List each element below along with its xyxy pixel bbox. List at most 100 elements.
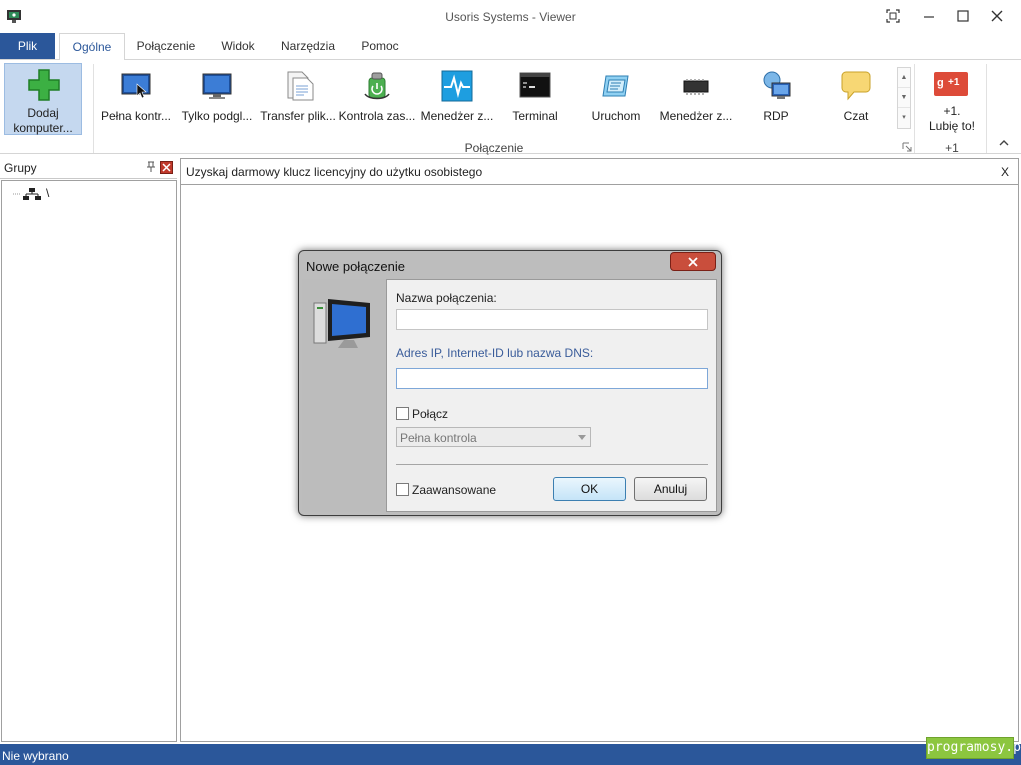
file-transfer-icon (287, 71, 314, 101)
computer-monitor-icon (313, 299, 370, 348)
status-bar: Nie wybrano (0, 744, 1021, 765)
maximize-icon (957, 10, 969, 22)
close-icon (991, 10, 1003, 22)
power-control-label: Kontrola zas... (338, 109, 416, 123)
terminal-icon (519, 72, 551, 98)
close-window-button[interactable] (985, 6, 1009, 26)
dialog-close-button[interactable] (670, 252, 716, 271)
advanced-checkbox[interactable] (396, 483, 409, 496)
power-control-button[interactable]: Kontrola zas... (338, 68, 416, 128)
ribbon-tabs: Plik Ogólne Połączenie Widok Narzędzia P… (0, 33, 1021, 61)
chevron-down-icon (578, 435, 586, 440)
gallery-expand-icon[interactable]: ▾ (898, 108, 910, 128)
tab-connection[interactable]: Połączenie (130, 33, 202, 60)
gplus-g-icon: g (937, 77, 944, 89)
monitor-view-only-icon (202, 73, 232, 99)
connect-checkbox[interactable] (396, 407, 409, 420)
full-control-button[interactable]: Pełna kontr... (98, 68, 174, 128)
dialog-content: Nazwa połączenia: Adres IP, Internet-ID … (386, 279, 717, 512)
tab-help[interactable]: Pomoc (325, 33, 435, 60)
full-control-label: Pełna kontr... (100, 109, 172, 123)
connect-checkbox-label[interactable]: Połącz (412, 407, 448, 421)
tab-file[interactable]: Plik (0, 33, 55, 59)
task-manager-icon (441, 70, 473, 102)
tab-view[interactable]: Widok (210, 33, 266, 60)
status-text: Nie wybrano (2, 749, 69, 763)
advanced-checkbox-label[interactable]: Zaawansowane (412, 483, 496, 497)
task-manager-button[interactable]: Menedżer z... (418, 68, 496, 128)
connection-name-label: Nazwa połączenia: (396, 291, 497, 305)
device-manager-button[interactable]: Menedżer z... (656, 68, 736, 128)
close-icon (162, 163, 171, 172)
gplus-badge: +1 (948, 77, 960, 88)
dialog-title: Nowe połączenie (306, 259, 406, 274)
green-plus-icon (28, 69, 60, 101)
run-button[interactable]: Uruchom (578, 68, 654, 128)
run-label: Uruchom (591, 109, 641, 123)
groups-tree[interactable]: \ (1, 180, 177, 742)
add-computer-label-line1: Dodaj (27, 106, 59, 120)
connection-mode-value: Pełna kontrola (400, 431, 477, 445)
license-notice: Uzyskaj darmowy klucz licencyjny do użyt… (181, 159, 1018, 185)
gplus-label-line1: +1. (943, 104, 961, 118)
fullscreen-icon (886, 9, 900, 23)
maximize-button[interactable] (951, 6, 975, 26)
chat-bubble-icon (841, 71, 871, 101)
terminal-button[interactable]: Terminal (498, 68, 572, 128)
terminal-label: Terminal (512, 109, 558, 123)
new-connection-dialog: Nowe połączenie Nazwa połączenia: Adres … (298, 250, 722, 516)
task-manager-label: Menedżer z... (420, 109, 494, 123)
file-transfer-label: Transfer plik... (260, 109, 336, 123)
network-icon (13, 188, 41, 200)
dialog-side-panel (302, 279, 386, 512)
scroll-down-icon[interactable]: ▼ (898, 88, 910, 108)
chat-label: Czat (843, 109, 869, 123)
ok-button[interactable]: OK (553, 477, 626, 501)
close-icon (688, 257, 698, 267)
view-only-label: Tylko podgl... (181, 109, 253, 123)
watermark-logo: programosy.pl (926, 737, 1021, 759)
address-label: Adres IP, Internet-ID lub nazwa DNS: (396, 346, 594, 360)
connection-name-input[interactable] (396, 309, 708, 330)
license-notice-close[interactable]: X (1001, 165, 1009, 179)
connection-group: Pełna kontr... Tylko podgl... Transfer p… (93, 64, 915, 155)
groups-panel-header: Grupy (0, 157, 177, 179)
rdp-label: RDP (763, 109, 789, 123)
gplus-label-line2: Lubię to! (928, 119, 976, 133)
restore-layout-button[interactable] (881, 6, 905, 26)
minimize-button[interactable] (917, 6, 941, 26)
device-manager-chip-icon (683, 79, 709, 95)
rdp-icon (763, 71, 791, 99)
scroll-up-icon[interactable]: ▲ (898, 68, 910, 88)
dialog-separator (396, 464, 708, 465)
pin-icon[interactable] (145, 161, 157, 173)
rdp-button[interactable]: RDP (738, 68, 814, 128)
monitor-full-control-icon (121, 73, 151, 99)
gplus-group: g +1 +1. Lubię to! +1 (917, 64, 987, 155)
cancel-button[interactable]: Anuluj (634, 477, 707, 501)
gplus-button[interactable]: g +1 (934, 72, 968, 96)
dialog-launcher-icon[interactable] (902, 142, 912, 152)
add-computer-button[interactable]: Dodaj komputer... (4, 63, 82, 135)
connection-mode-select[interactable]: Pełna kontrola (396, 427, 591, 447)
tab-general[interactable]: Ogólne (59, 33, 125, 61)
connection-group-label: Połączenie (464, 141, 524, 155)
gplus-group-label: +1 (945, 141, 959, 155)
ribbon: Dodaj komputer... Pełna kontr... Tylko p… (0, 60, 1021, 155)
chat-button[interactable]: Czat (818, 68, 894, 128)
run-icon (602, 75, 629, 97)
power-control-icon (364, 72, 390, 100)
close-panel-button[interactable] (160, 161, 173, 174)
file-transfer-button[interactable]: Transfer plik... (258, 68, 338, 128)
tree-root-label: \ (46, 186, 50, 200)
ribbon-gallery-scroller[interactable]: ▲ ▼ ▾ (897, 67, 911, 129)
add-computer-label-line2: komputer... (13, 121, 73, 135)
address-input[interactable] (396, 368, 708, 389)
groups-panel-title: Grupy (4, 161, 37, 175)
window-title: Usoris Systems - Viewer (445, 10, 576, 24)
device-manager-label: Menedżer z... (659, 109, 733, 123)
view-only-button[interactable]: Tylko podgl... (178, 68, 256, 128)
minimize-icon (924, 16, 934, 18)
collapse-ribbon-icon[interactable] (997, 136, 1011, 150)
license-notice-text[interactable]: Uzyskaj darmowy klucz licencyjny do użyt… (186, 165, 482, 179)
